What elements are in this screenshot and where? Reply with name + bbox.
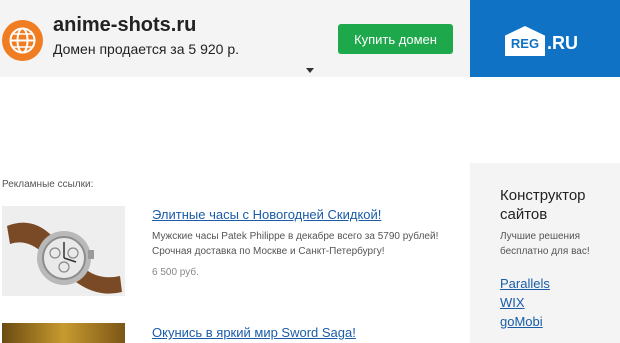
domain-sale-text: Домен продается за 5 920 р.	[53, 41, 239, 57]
reg-house-icon: REG	[505, 26, 545, 56]
watch-image	[2, 206, 125, 296]
caret-down-icon[interactable]	[306, 68, 314, 73]
game-ad-image[interactable]	[2, 323, 125, 343]
site-builder-subtitle: Лучшие решения бесплатно для вас!	[500, 231, 590, 257]
site-builder-title: Конструктор сайтов	[500, 187, 586, 223]
game-ad-title[interactable]: Окунись в яркий мир Sword Saga!	[152, 325, 356, 340]
reg-logo-suffix: .RU	[547, 33, 578, 53]
wix-link[interactable]: WIX	[500, 295, 525, 310]
globe-icon	[2, 20, 43, 61]
domain-name: anime-shots.ru	[53, 14, 197, 36]
gomobi-link[interactable]: goMobi	[500, 314, 543, 329]
watch-ad-description: Мужские часы Patek Philippe в декабре вс…	[152, 231, 439, 257]
reg-ru-logo[interactable]: REG .RU	[505, 26, 578, 56]
parallels-link[interactable]: Parallels	[500, 276, 550, 291]
watch-ad-image[interactable]	[2, 206, 125, 296]
reg-logo-mark: REG	[510, 36, 540, 51]
buy-domain-button[interactable]: Купить домен	[338, 24, 453, 54]
watch-ad-title[interactable]: Элитные часы с Новогодней Скидкой!	[152, 207, 381, 222]
watch-ad-price: 6 500 руб.	[152, 267, 199, 278]
ads-label: Рекламные ссылки:	[2, 179, 94, 190]
